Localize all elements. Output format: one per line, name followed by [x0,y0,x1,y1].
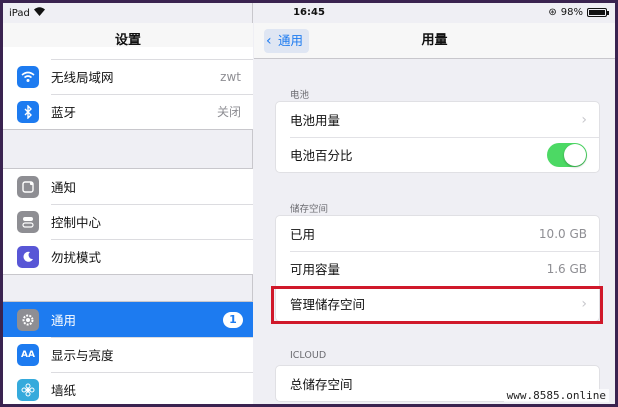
status-bar: 16:45 iPad ⊛ 98% [3,3,615,23]
notification-icon [17,175,39,198]
sidebar-item-bluetooth[interactable]: 蓝牙 关闭 [3,94,253,129]
storage-used-row: 已用 10.0 GB [276,216,599,251]
battery-percentage-toggle[interactable] [547,142,587,167]
sidebar-item-label: 蓝牙 [51,105,77,120]
sidebar-item-label: 无线局域网 [51,70,114,85]
highlight-box [271,286,603,324]
storage-available-row: 可用容量 1.6 GB [276,251,599,286]
row-value: 10.0 GB [538,226,587,241]
sidebar-item-clipped [3,47,253,59]
icloud-section-header: ICLOUD [290,350,327,361]
status-time: 16:45 [293,7,325,18]
ipad-screen: 设置 无线局域网 zwt 蓝牙 关闭 通知 控制中心 勿扰模式 通用 1 AA … [3,3,615,404]
battery-card: 电池用量 › 电池百分比 [275,101,600,173]
back-button[interactable]: ‹ 通用 [264,29,310,53]
sidebar-item-label: 显示与亮度 [51,348,114,363]
status-right: ⊛ 98% [548,7,609,18]
row-label: 电池用量 [290,113,341,128]
sidebar-item-label: 墙纸 [51,383,77,398]
sidebar-item-value: 关闭 [216,105,241,119]
sidebar-item-label: 控制中心 [51,215,102,230]
settings-sidebar: 设置 无线局域网 zwt 蓝牙 关闭 通知 控制中心 勿扰模式 通用 1 AA … [3,3,253,404]
sidebar-item-do-not-disturb[interactable]: 勿扰模式 [3,239,253,274]
status-left: iPad [9,7,45,19]
row-value: 1.6 GB [546,261,587,276]
sidebar-item-control-center[interactable]: 控制中心 [3,204,253,239]
sidebar-item-display[interactable]: AA 显示与亮度 [3,337,253,372]
sidebar-item-label: 通用 [51,313,77,328]
back-button-label: 通用 [278,33,304,48]
sidebar-item-label: 勿扰模式 [51,250,102,265]
control-center-icon [17,210,39,233]
battery-section-header: 电池 [290,90,310,101]
sidebar-group-general: 通用 1 AA 显示与亮度 墙纸 [3,301,253,404]
display-icon: AA [17,343,39,366]
gear-icon [17,308,39,331]
storage-section-header: 储存空间 [290,204,329,215]
row-label: 电池百分比 [290,148,353,163]
sidebar-group-network: 无线局域网 zwt 蓝牙 关闭 [3,47,253,130]
photo-frame: 设置 无线局域网 zwt 蓝牙 关闭 通知 控制中心 勿扰模式 通用 1 AA … [0,0,618,407]
battery-percentage-row: 电池百分比 [276,137,599,172]
sidebar-item-wifi[interactable]: 无线局域网 zwt [3,59,253,94]
orientation-lock-icon: ⊛ [548,7,557,18]
battery-percent: 98% [560,7,583,18]
wifi-signal-icon [33,7,45,19]
wifi-icon [17,65,39,88]
sidebar-item-label: 通知 [51,180,77,195]
bluetooth-icon [17,100,39,123]
wallpaper-icon [17,378,39,401]
sidebar-item-value: zwt [220,69,241,84]
row-label: 已用 [290,227,316,242]
moon-icon [17,245,39,268]
device-name: iPad [9,7,30,19]
watermark: www.8585.online [503,389,609,402]
battery-icon [587,8,609,17]
usage-nav-bar: 用量 ‹ 通用 [254,23,615,59]
update-badge: 1 [223,311,243,328]
sidebar-item-wallpaper[interactable]: 墙纸 [3,372,253,404]
row-label: 可用容量 [290,262,341,277]
chevron-left-icon: ‹ [266,33,272,49]
chevron-right-icon: › [581,111,587,128]
sidebar-item-notifications[interactable]: 通知 [3,169,253,204]
sidebar-item-general[interactable]: 通用 1 [3,302,253,337]
usage-pane: 用量 ‹ 通用 电池 电池用量 › 电池百分比 储存空间 已用 10.0 GB [254,3,615,404]
sidebar-group-notifications: 通知 控制中心 勿扰模式 [3,168,253,275]
battery-usage-row[interactable]: 电池用量 › [276,102,599,137]
